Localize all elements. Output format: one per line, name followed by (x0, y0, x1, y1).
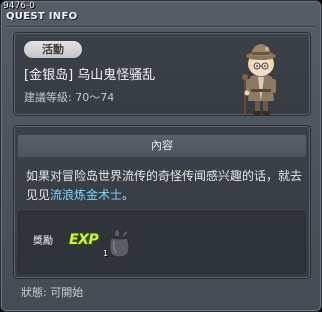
quest-status: 狀態: 可開始 (21, 286, 84, 299)
window-title: QUEST INFO (6, 11, 78, 22)
quest-info-window: 9476-0 QUEST INFO 活動 [金银岛] 乌山鬼怪骚乱 建議等級: … (0, 0, 322, 312)
quest-category-badge: 活動 (24, 41, 82, 58)
reward-label: 獎勵 (33, 236, 53, 247)
reward-box: 獎勵 EXP 1 (18, 211, 306, 274)
title-divider (6, 26, 316, 28)
quest-name: [金银岛] 乌山鬼怪骚乱 (24, 68, 156, 83)
npc-alchemist-portrait (242, 44, 276, 115)
item-count: 1 (103, 249, 109, 258)
quest-description: 如果对冒险岛世界流传的奇怪传闻感兴趣的话，就去见见流浪炼金术士。 (26, 167, 306, 205)
exp-reward-icon: EXP (69, 232, 99, 248)
quest-content-panel: 內容 如果对冒险岛世界流传的奇怪传闻感兴趣的话，就去见见流浪炼金术士。 獎勵 E… (13, 125, 311, 279)
description-end: 。 (122, 188, 135, 202)
content-header: 內容 (18, 135, 306, 157)
recommended-level: 建議等級: 70～74 (24, 91, 115, 104)
npc-link[interactable]: 流浪炼金术士 (50, 188, 122, 202)
quest-summary-panel: 活動 [金银岛] 乌山鬼怪骚乱 建議等級: 70～74 (13, 32, 311, 116)
